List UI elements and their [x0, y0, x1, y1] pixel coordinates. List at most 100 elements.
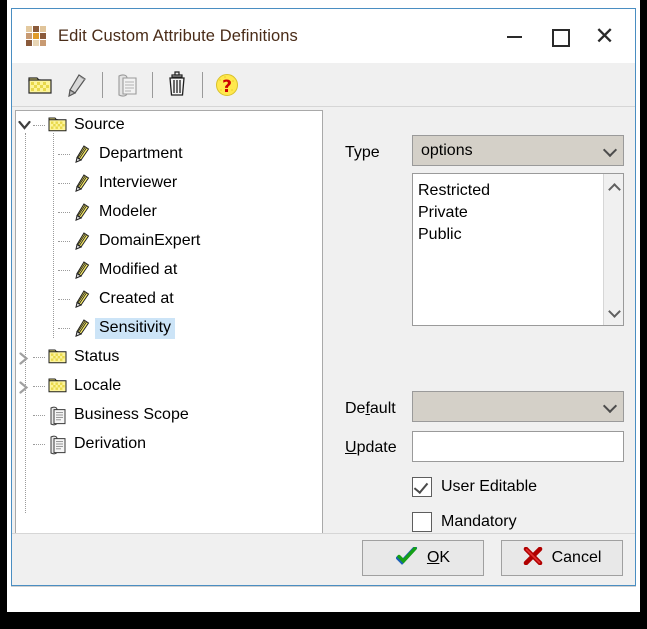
window-title: Edit Custom Attribute Definitions	[58, 26, 298, 45]
default-label: Default	[345, 400, 396, 417]
close-icon[interactable]: ✕	[582, 21, 627, 51]
tree-item-status[interactable]: Status	[16, 343, 322, 372]
chevron-right-icon[interactable]	[16, 343, 33, 372]
tree-item-source[interactable]: Source	[16, 111, 322, 140]
grid-cell	[40, 33, 46, 39]
minimize-button[interactable]	[492, 21, 537, 51]
tree-item-department[interactable]: Department	[16, 140, 322, 169]
tree-connector	[58, 227, 71, 256]
chevron-down-icon	[595, 136, 623, 165]
options-list-item[interactable]: Private	[418, 202, 603, 224]
grid-cell	[40, 26, 46, 32]
chevron-down-icon	[595, 392, 623, 421]
grid-squares-icon	[26, 26, 46, 46]
tree-connector	[33, 430, 46, 459]
cancel-button-label: Cancel	[551, 549, 602, 566]
type-combobox-value: options	[421, 141, 473, 159]
grid-cell	[26, 40, 32, 46]
tree-connector	[58, 285, 71, 314]
type-combobox[interactable]: options	[412, 135, 624, 166]
tree-connector	[33, 401, 46, 430]
chevron-down-icon[interactable]	[16, 111, 33, 140]
type-label: Type	[345, 144, 380, 161]
pencil-icon	[71, 285, 95, 314]
ok-button-label: OK	[426, 549, 451, 566]
pencil-icon	[71, 256, 95, 285]
tree-item-label: Business Scope	[74, 406, 189, 423]
tree-item-modified-at[interactable]: Modified at	[16, 256, 322, 285]
maximize-button[interactable]	[537, 21, 582, 51]
tree-item-derivation[interactable]: Derivation	[16, 430, 322, 459]
tree-item-label: DomainExpert	[99, 232, 201, 249]
document-copy-icon[interactable]	[112, 70, 142, 100]
tree-connector	[58, 314, 71, 343]
pencil-icon	[71, 169, 95, 198]
tree-item-label: Source	[74, 116, 125, 133]
tree-item-modeler[interactable]: Modeler	[16, 198, 322, 227]
scroll-up-arrow-icon[interactable]	[604, 176, 623, 196]
tree-item-label: Department	[99, 145, 183, 162]
ok-button[interactable]: OK	[362, 540, 484, 576]
tree-item-interviewer[interactable]: Interviewer	[16, 169, 322, 198]
mandatory-checkbox[interactable]	[412, 512, 432, 532]
options-listbox-scrollbar[interactable]	[603, 174, 623, 325]
options-list-item[interactable]: Public	[418, 224, 603, 246]
tree-item-created-at[interactable]: Created at	[16, 285, 322, 314]
document-copy-icon	[46, 430, 70, 459]
grid-cell	[33, 40, 39, 46]
trash-icon[interactable]	[162, 70, 192, 100]
update-label: Update	[345, 439, 397, 456]
toolbar-separator	[152, 71, 153, 98]
help-question-icon[interactable]: ?	[212, 70, 242, 100]
title-bar: Edit Custom Attribute Definitions ✕	[12, 9, 635, 63]
options-listbox[interactable]: Restricted Private Public	[412, 173, 624, 326]
tree-item-label: Interviewer	[99, 174, 178, 191]
desktop-background: Edit Custom Attribute Definitions ✕ ? So…	[0, 0, 647, 629]
tree-item-sensitivity[interactable]: Sensitivity	[16, 314, 322, 343]
tree-item-locale[interactable]: Locale	[16, 372, 322, 401]
window-controls: ✕	[492, 21, 635, 51]
tree-item-label: Status	[74, 348, 120, 365]
default-combobox[interactable]	[412, 391, 624, 422]
checkmark-icon	[395, 545, 418, 570]
update-input[interactable]	[412, 431, 624, 462]
chevron-right-icon[interactable]	[16, 372, 33, 401]
grid-cell	[33, 33, 39, 39]
user-editable-checkbox-row[interactable]: User Editable	[412, 477, 537, 497]
grid-cell	[26, 33, 32, 39]
tree-item-label: Locale	[74, 377, 122, 394]
open-folder-icon[interactable]	[26, 70, 56, 100]
tree-item-business-scope[interactable]: Business Scope	[16, 401, 322, 430]
document-copy-icon	[46, 401, 70, 430]
cross-icon	[523, 546, 543, 570]
dialog-footer: OK Cancel	[12, 533, 635, 585]
pencil-icon	[71, 140, 95, 169]
folder-icon	[46, 372, 70, 401]
tree-item-label: Derivation	[74, 435, 147, 452]
svg-text:?: ?	[222, 77, 232, 97]
tree-item-label: Modified at	[99, 261, 178, 278]
tree-connector	[58, 140, 71, 169]
user-editable-checkbox[interactable]	[412, 477, 432, 497]
pencil-icon[interactable]	[62, 70, 92, 100]
toolbar-separator	[202, 71, 203, 98]
tree-item-domainexpert[interactable]: DomainExpert	[16, 227, 322, 256]
toolbar: ?	[12, 63, 635, 107]
tree-connector	[33, 343, 46, 372]
tree-connector	[58, 198, 71, 227]
grid-cell	[40, 40, 46, 46]
user-editable-label: User Editable	[441, 478, 538, 495]
grid-cell	[26, 26, 32, 32]
scroll-down-arrow-icon[interactable]	[604, 303, 623, 323]
tree-item-label: Created at	[99, 290, 174, 307]
tree-item-label: Modeler	[99, 203, 157, 220]
pencil-icon	[71, 314, 95, 343]
cancel-button[interactable]: Cancel	[501, 540, 623, 576]
mandatory-checkbox-row[interactable]: Mandatory	[412, 512, 517, 532]
attribute-tree[interactable]: Source Department Interviewer Modeler Domain…	[15, 110, 323, 541]
options-list-item[interactable]: Restricted	[418, 180, 603, 202]
